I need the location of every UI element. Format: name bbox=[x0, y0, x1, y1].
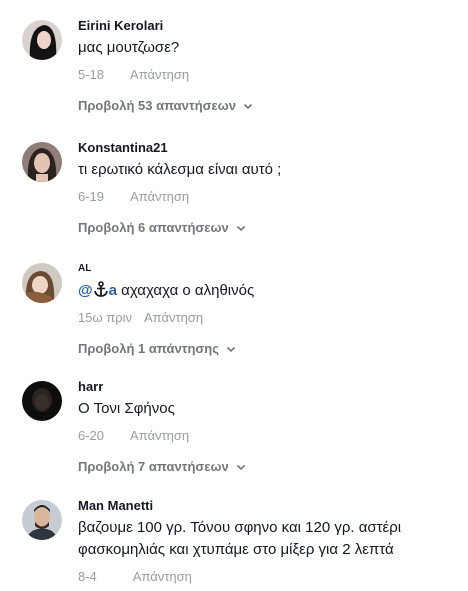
reply-button[interactable]: Απάντηση bbox=[133, 569, 192, 584]
comment-time: 6-19 bbox=[78, 189, 105, 204]
comment-username[interactable]: Konstantina21 bbox=[78, 140, 458, 156]
view-replies-button[interactable]: Προβολή 6 απαντήσεων bbox=[78, 220, 246, 235]
comment-text: τι ερωτικό κάλεσμα είναι αυτό ; bbox=[78, 161, 282, 178]
chevron-down-icon bbox=[236, 225, 245, 231]
comment-body: AL @ a αχαχαχα ο αληθινός 15ω πριν Απάντη… bbox=[78, 261, 458, 358]
mention-tail: a bbox=[108, 282, 117, 299]
comment-item: AL @ a αχαχαχα ο αληθινός 15ω πριν Απάντη… bbox=[0, 261, 468, 365]
comment-username[interactable]: Man Manetti bbox=[78, 498, 458, 514]
reply-button[interactable]: Απάντηση bbox=[144, 310, 203, 325]
comment-text: @ a αχαχαχα ο αληθινός bbox=[78, 280, 458, 302]
comment-item: Man Manetti βαζουμε 100 γρ. Τόνου σφηνο … bbox=[0, 498, 468, 590]
avatar[interactable] bbox=[22, 381, 62, 421]
comment-item: Eirini Kerolari μας μουτζωσε? 5-18 Απάντ… bbox=[0, 18, 468, 122]
comment-body: Man Manetti βαζουμε 100 γρ. Τόνου σφηνο … bbox=[78, 498, 458, 584]
comment-username[interactable]: harr bbox=[78, 379, 458, 395]
comment-text-body: αχαχαχα ο αληθινός bbox=[116, 282, 255, 299]
avatar[interactable] bbox=[22, 142, 62, 182]
mention-at: @ bbox=[78, 282, 93, 299]
comment-text: βαζουμε 100 γρ. Τόνου σφηνο και 120 γρ. … bbox=[78, 519, 402, 558]
avatar[interactable] bbox=[22, 20, 62, 60]
chevron-down-icon bbox=[226, 346, 236, 352]
comment-time: 15ω πριν bbox=[78, 310, 132, 325]
comment-username[interactable]: Eirini Kerolari bbox=[78, 18, 458, 34]
comment-meta: 6-20 Απάντηση bbox=[78, 428, 458, 443]
comment-text: Ο Τονι Σφήνος bbox=[78, 400, 175, 417]
comment-body: Konstantina21 τι ερωτικό κάλεσμα είναι α… bbox=[78, 140, 458, 237]
comment-meta: 15ω πριν Απάντηση bbox=[78, 310, 458, 325]
view-replies-label: Προβολή 6 απαντήσεων bbox=[78, 220, 229, 235]
view-replies-button[interactable]: Προβολή 53 απαντήσεων bbox=[78, 98, 253, 113]
view-replies-button[interactable]: Προβολή 1 απάντησης bbox=[78, 341, 236, 356]
view-replies-label: Προβολή 1 απάντησης bbox=[78, 341, 220, 356]
comment-time: 8-4 bbox=[78, 569, 97, 584]
reply-button[interactable]: Απάντηση bbox=[130, 189, 189, 204]
reply-button[interactable]: Απάντηση bbox=[130, 428, 189, 443]
comment-time: 5-18 bbox=[78, 67, 105, 82]
anchor-icon bbox=[93, 281, 108, 297]
comment-item: harr Ο Τονι Σφήνος 6-20 Απάντηση Προβολή… bbox=[0, 379, 468, 483]
view-replies-label: Προβολή 53 απαντήσεων bbox=[78, 98, 236, 113]
reply-button[interactable]: Απάντηση bbox=[130, 67, 189, 82]
mention-link[interactable]: @ a bbox=[78, 281, 117, 299]
avatar[interactable] bbox=[22, 263, 62, 303]
chevron-down-icon bbox=[243, 103, 253, 109]
comment-meta: 8-4 Απάντηση bbox=[78, 569, 458, 584]
avatar[interactable] bbox=[22, 500, 62, 540]
comment-body: Eirini Kerolari μας μουτζωσε? 5-18 Απάντ… bbox=[78, 18, 458, 115]
comment-meta: 6-19 Απάντηση bbox=[78, 189, 458, 204]
comment-username[interactable]: AL bbox=[78, 261, 458, 277]
comment-item: Konstantina21 τι ερωτικό κάλεσμα είναι α… bbox=[0, 140, 468, 244]
comment-feed: Eirini Kerolari μας μουτζωσε? 5-18 Απάντ… bbox=[0, 0, 468, 591]
view-replies-button[interactable]: Προβολή 7 απαντήσεων bbox=[78, 459, 246, 474]
comment-body: harr Ο Τονι Σφήνος 6-20 Απάντηση Προβολή… bbox=[78, 379, 458, 476]
chevron-down-icon bbox=[236, 464, 245, 470]
comment-time: 6-20 bbox=[78, 428, 105, 443]
comment-meta: 5-18 Απάντηση bbox=[78, 67, 458, 82]
comment-text: μας μουτζωσε? bbox=[78, 39, 180, 56]
view-replies-label: Προβολή 7 απαντήσεων bbox=[78, 459, 229, 474]
